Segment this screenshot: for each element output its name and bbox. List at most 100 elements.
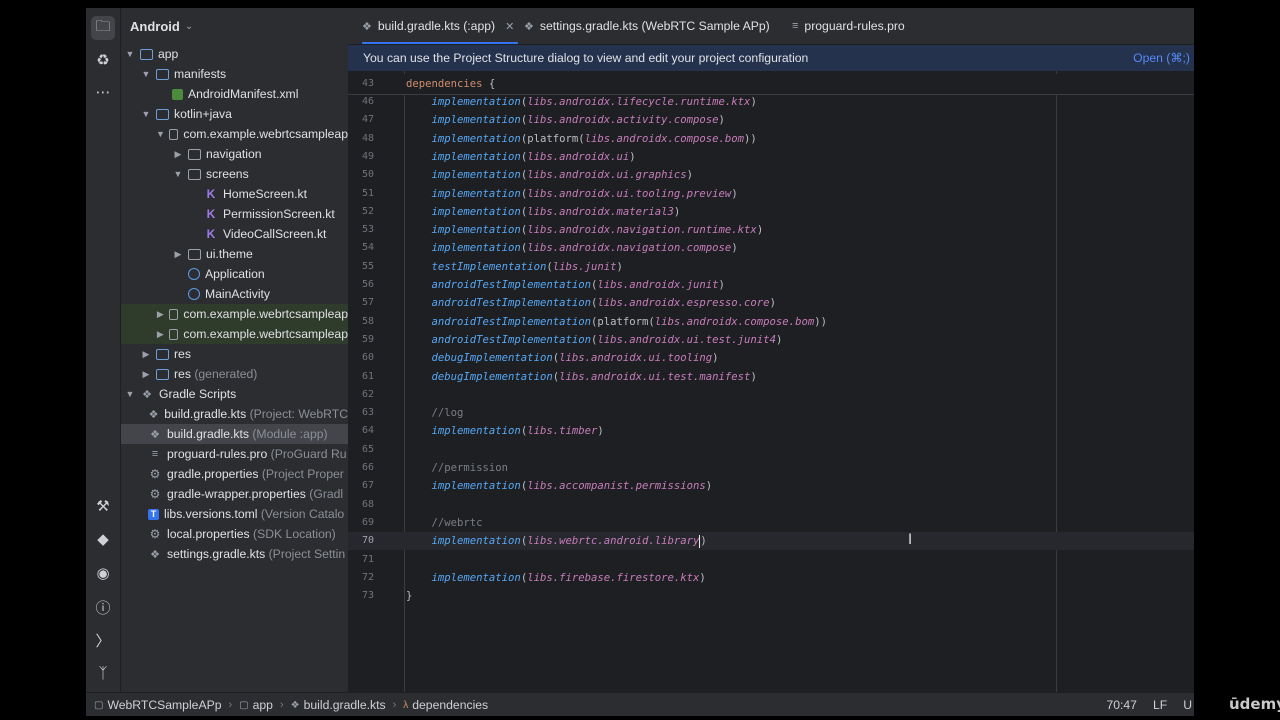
tree-item-manifests[interactable]: ▼ manifests bbox=[121, 64, 348, 84]
code-line[interactable]: 57 androidTestImplementation(libs.androi… bbox=[348, 294, 1194, 312]
tree-item-label: screens bbox=[206, 167, 249, 181]
code-line[interactable]: 61 debugImplementation(libs.androidx.ui.… bbox=[348, 368, 1194, 386]
tree-item-package-android-test[interactable]: ▶ com.example.webrtcsampleap bbox=[121, 304, 348, 324]
chevron-down-icon[interactable]: ▼ bbox=[124, 389, 136, 399]
code-line[interactable]: 63 //log bbox=[348, 404, 1194, 422]
chevron-right-icon[interactable]: ▶ bbox=[140, 369, 152, 380]
breadcrumb-item[interactable]: build.gradle.kts bbox=[304, 698, 386, 712]
line-ending[interactable]: LF bbox=[1153, 698, 1167, 712]
code-line[interactable]: 67 implementation(libs.accompanist.permi… bbox=[348, 477, 1194, 495]
tree-item-build-gradle-module[interactable]: ❖ build.gradle.kts (Module :app) bbox=[121, 424, 348, 444]
code-line[interactable]: 62 bbox=[348, 386, 1194, 404]
function-call: implementation bbox=[431, 242, 521, 255]
tree-item-package-test[interactable]: ▶ com.example.webrtcsampleap bbox=[121, 324, 348, 344]
tree-item-kotlin-java[interactable]: ▼ kotlin+java bbox=[121, 104, 348, 124]
code-line[interactable]: 55 testImplementation(libs.junit) bbox=[348, 258, 1194, 276]
tree-item-libs-versions[interactable]: Tlibs.versions.toml (Version Catalo bbox=[121, 504, 348, 524]
chevron-right-icon[interactable]: ▶ bbox=[140, 349, 152, 360]
resource-manager-icon[interactable]: ♻ bbox=[91, 48, 115, 72]
chevron-right-icon[interactable]: ▶ bbox=[156, 329, 165, 340]
tree-item-build-gradle-project[interactable]: ❖ build.gradle.kts (Project: WebRTC bbox=[121, 404, 348, 424]
code-line[interactable]: 73} bbox=[348, 587, 1194, 605]
tree-item-gradle-scripts[interactable]: ▼ ❖ Gradle Scripts bbox=[121, 384, 348, 404]
code-line[interactable]: 68 bbox=[348, 496, 1194, 514]
code-line[interactable]: 53 implementation(libs.androidx.navigati… bbox=[348, 221, 1194, 239]
tree-item-res-generated[interactable]: ▶ res (generated) bbox=[121, 364, 348, 384]
code-line[interactable]: 54 implementation(libs.androidx.navigati… bbox=[348, 239, 1194, 257]
code-line[interactable]: 72 implementation(libs.firebase.firestor… bbox=[348, 569, 1194, 587]
project-folder-icon[interactable]: 🗀 bbox=[91, 16, 115, 40]
chevron-right-icon[interactable]: ▶ bbox=[172, 149, 184, 160]
code-line[interactable]: 52 implementation(libs.androidx.material… bbox=[348, 203, 1194, 221]
tree-item-proguard[interactable]: ≡ proguard-rules.pro (ProGuard Ru bbox=[121, 444, 348, 464]
chevron-down-icon[interactable]: ▼ bbox=[140, 69, 152, 79]
tree-item-settings-gradle[interactable]: ❖ settings.gradle.kts (Project Settin bbox=[121, 544, 348, 564]
tree-item-res[interactable]: ▶ res bbox=[121, 344, 348, 364]
code-line[interactable]: 48 implementation(platform(libs.androidx… bbox=[348, 130, 1194, 148]
sticky-scroll-header[interactable]: 43 dependencies { bbox=[348, 74, 1194, 95]
chevron-down-icon[interactable]: ▼ bbox=[124, 49, 136, 59]
package-icon bbox=[188, 168, 201, 180]
tree-item-screens[interactable]: ▼ screens bbox=[121, 164, 348, 184]
project-view-selector[interactable]: Android ⌄ bbox=[121, 8, 348, 44]
code-line-current[interactable]: 70 implementation(libs.webrtc.android.li… bbox=[348, 532, 1194, 551]
tree-item-videocall-screen[interactable]: K VideoCallScreen.kt bbox=[121, 224, 348, 244]
tree-item-local-properties[interactable]: ⚙ local.properties (SDK Location) bbox=[121, 524, 348, 544]
code-line[interactable]: 46 implementation(libs.androidx.lifecycl… bbox=[348, 93, 1194, 111]
tab-build-gradle-app[interactable]: ❖ build.gradle.kts (:app) ✕ bbox=[362, 8, 519, 44]
open-project-structure-link[interactable]: Open (⌘;) bbox=[1133, 51, 1190, 65]
tree-item-navigation[interactable]: ▶ navigation bbox=[121, 144, 348, 164]
caret-position[interactable]: 70:47 bbox=[1106, 698, 1137, 712]
chevron-down-icon[interactable]: ▼ bbox=[172, 169, 184, 179]
code-line[interactable]: 65 bbox=[348, 441, 1194, 459]
code-line[interactable]: 58 androidTestImplementation(platform(li… bbox=[348, 313, 1194, 331]
code-editor[interactable]: 43 dependencies { 46 implementation(libs… bbox=[348, 71, 1194, 692]
status-bar: ▢ WebRTCSampleAPp › ▢ app › ❖ build.grad… bbox=[86, 692, 1194, 716]
breadcrumb-item[interactable]: dependencies bbox=[412, 698, 488, 712]
chevron-right-icon[interactable]: ▶ bbox=[156, 309, 165, 320]
android-icon[interactable]: ◉ bbox=[91, 561, 115, 585]
line-number: 50 bbox=[361, 169, 374, 181]
problems-icon[interactable]: ⓘ bbox=[91, 595, 115, 619]
build-hammer-icon[interactable]: ⚒ bbox=[91, 494, 115, 518]
code-line[interactable]: 49 implementation(libs.androidx.ui) bbox=[348, 148, 1194, 166]
code-line[interactable]: 69 //webrtc bbox=[348, 514, 1194, 532]
code-line[interactable]: 47 implementation(libs.androidx.activity… bbox=[348, 111, 1194, 129]
dependency-reference: libs.androidx.espresso.core bbox=[597, 297, 770, 310]
terminal-icon[interactable]: 〉 bbox=[91, 628, 115, 652]
code-line[interactable]: 50 implementation(libs.androidx.ui.graph… bbox=[348, 166, 1194, 184]
tree-item-ui-theme[interactable]: ▶ ui.theme bbox=[121, 244, 348, 264]
code-text: //log bbox=[406, 404, 464, 422]
breadcrumb-item[interactable]: app bbox=[253, 698, 273, 712]
project-panel: Android ⌄ ▼ app ▼ manifests AndroidManifes… bbox=[121, 8, 348, 692]
code-line[interactable]: 56 androidTestImplementation(libs.androi… bbox=[348, 276, 1194, 294]
project-icon: ▢ bbox=[94, 699, 104, 711]
chevron-down-icon[interactable]: ▼ bbox=[140, 109, 152, 119]
tab-settings-gradle[interactable]: ❖ settings.gradle.kts (WebRTC Sample APp… bbox=[524, 8, 770, 44]
code-line[interactable]: 71 bbox=[348, 551, 1194, 569]
tree-item-gradle-properties[interactable]: ⚙ gradle.properties (Project Proper bbox=[121, 464, 348, 484]
code-line[interactable]: 60 debugImplementation(libs.androidx.ui.… bbox=[348, 349, 1194, 367]
code-line[interactable]: 59 androidTestImplementation(libs.androi… bbox=[348, 331, 1194, 349]
version-control-icon[interactable]: ᛉ bbox=[91, 661, 115, 685]
tree-item-application[interactable]: Application bbox=[121, 264, 348, 284]
function-call: debugImplementation bbox=[431, 370, 553, 383]
file-encoding[interactable]: U bbox=[1183, 698, 1192, 712]
tree-item-home-screen[interactable]: K HomeScreen.kt bbox=[121, 184, 348, 204]
breadcrumb-item[interactable]: WebRTCSampleAPp bbox=[107, 698, 221, 712]
close-icon[interactable]: ✕ bbox=[505, 20, 514, 33]
gem-icon[interactable]: ◆ bbox=[91, 527, 115, 551]
tree-item-package-main[interactable]: ▼ com.example.webrtcsampleap bbox=[121, 124, 348, 144]
code-line[interactable]: 51 implementation(libs.androidx.ui.tooli… bbox=[348, 185, 1194, 203]
tree-item-permission-screen[interactable]: K PermissionScreen.kt bbox=[121, 204, 348, 224]
code-line[interactable]: 64 implementation(libs.timber) bbox=[348, 422, 1194, 440]
code-line[interactable]: 66 //permission bbox=[348, 459, 1194, 477]
tree-item-android-manifest[interactable]: AndroidManifest.xml bbox=[121, 84, 348, 104]
tree-item-main-activity[interactable]: MainActivity bbox=[121, 284, 348, 304]
chevron-down-icon[interactable]: ▼ bbox=[156, 129, 165, 139]
more-tools-icon[interactable]: ⋯ bbox=[91, 80, 115, 104]
tree-item-app[interactable]: ▼ app bbox=[121, 44, 348, 64]
tab-proguard-rules[interactable]: ≡ proguard-rules.pro bbox=[792, 8, 905, 44]
tree-item-gradle-wrapper[interactable]: ⚙ gradle-wrapper.properties (Gradl bbox=[121, 484, 348, 504]
chevron-right-icon[interactable]: ▶ bbox=[172, 249, 184, 260]
